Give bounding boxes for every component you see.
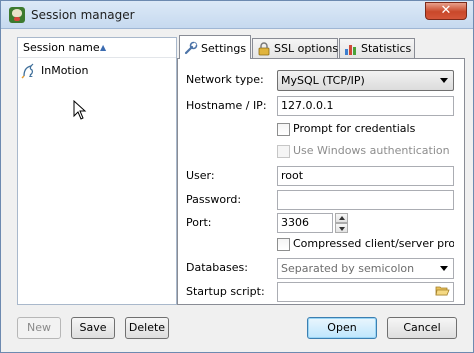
user-input[interactable]: root [277,166,454,186]
hostname-input[interactable]: 127.0.0.1 [277,96,454,116]
save-session-button[interactable]: Save [71,317,115,339]
port-label: Port: [186,216,212,229]
session-manager-window: Session manager ✕ Session name ▲ InMotio… [0,0,474,353]
window-title: Session manager [31,8,135,22]
compressed-protocol-label: Compressed client/server protoco [293,237,454,250]
port-input[interactable]: 3306 [277,213,333,233]
heidisql-app-icon [9,7,25,23]
session-list[interactable]: Session name ▲ InMotion [17,37,177,305]
databases-label: Databases: [186,261,248,274]
windows-auth-checkbox [277,145,290,158]
password-label: Password: [186,193,242,206]
network-type-value: MySQL (TCP/IP) [281,74,365,87]
chevron-down-icon [440,78,448,83]
sort-ascending-icon: ▲ [100,43,107,52]
startup-script-input[interactable] [277,282,454,302]
startup-script-label: Startup script: [186,285,265,298]
tab-ssl-options-label: SSL options [274,42,339,55]
lock-icon [258,42,270,56]
session-name-column-header[interactable]: Session name ▲ [18,38,176,58]
tab-statistics[interactable]: Statistics [339,38,415,58]
databases-combo[interactable]: Separated by semicolon [277,258,454,279]
open-button[interactable]: Open [307,317,377,339]
hostname-label: Hostname / IP: [186,99,267,112]
databases-placeholder: Separated by semicolon [281,262,415,275]
new-session-button[interactable]: New [17,317,61,339]
windows-auth-label: Use Windows authentication [293,144,450,157]
password-input[interactable] [277,190,454,210]
session-item-inmotion[interactable]: InMotion [20,62,170,80]
tab-ssl-options[interactable]: SSL options [252,38,338,58]
compressed-protocol-checkbox-row[interactable]: Compressed client/server protoco [277,237,454,253]
close-window-button[interactable]: ✕ [425,2,467,20]
network-type-label: Network type: [186,73,264,86]
compressed-protocol-checkbox[interactable] [277,238,290,251]
settings-tab-page: Network type: MySQL (TCP/IP) Hostname / … [177,58,465,305]
user-label: User: [186,169,215,182]
bar-chart-icon [345,45,356,55]
title-bar[interactable]: Session manager ✕ [1,1,473,29]
chevron-down-icon[interactable] [440,266,448,271]
network-type-select[interactable]: MySQL (TCP/IP) [277,70,454,91]
port-decrement-button[interactable] [335,223,348,233]
prompt-credentials-checkbox[interactable] [277,123,290,136]
port-increment-button[interactable] [335,213,348,223]
tab-settings[interactable]: Settings [179,35,251,59]
tab-settings-label: Settings [201,42,247,55]
mouse-cursor-icon [73,100,87,120]
wrench-icon [184,41,198,55]
prompt-credentials-label: Prompt for credentials [293,122,416,135]
folder-open-icon[interactable] [435,285,450,297]
tab-statistics-label: Statistics [361,42,412,55]
delete-session-button[interactable]: Delete [125,317,169,339]
mysql-dolphin-icon [21,63,34,79]
session-item-label: InMotion [41,64,89,77]
cancel-button[interactable]: Cancel [387,317,457,339]
column-header-label: Session name [23,41,100,54]
dialog-body: Session name ▲ InMotion New Save Delete [9,31,467,345]
